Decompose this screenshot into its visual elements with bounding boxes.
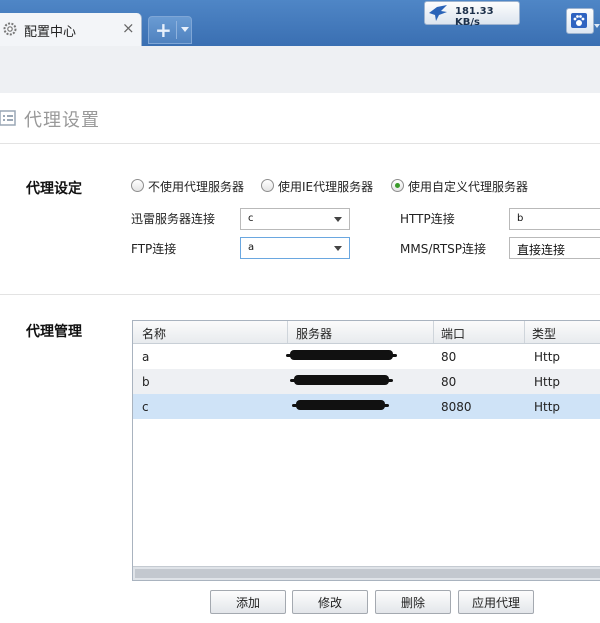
label-ftp-connection: FTP连接 — [131, 242, 177, 256]
cell-port: 80 — [441, 375, 457, 389]
table-row[interactable]: b 80 Http — [133, 369, 600, 394]
cell-name: c — [142, 400, 149, 414]
divider — [176, 21, 177, 39]
section-label-proxy-management: 代理管理 — [26, 324, 82, 340]
label-mms-rtsp-connection: MMS/RTSP连接 — [400, 242, 487, 256]
download-speed-indicator[interactable]: 181.33 KB/s — [424, 1, 520, 28]
section-label-proxy-settings: 代理设定 — [26, 181, 82, 197]
chevron-down-icon — [334, 217, 342, 222]
horizontal-scrollbar[interactable] — [133, 566, 600, 580]
radio-button[interactable] — [131, 179, 144, 192]
cell-type: Http — [534, 375, 561, 389]
paw-icon-button[interactable] — [566, 8, 594, 34]
radio-label: 使用IE代理服务器 — [278, 180, 374, 194]
title-bar: 配置中心 × + 181.33 KB/s — [0, 0, 600, 46]
cell-type: Http — [534, 400, 561, 414]
select-value: c — [248, 213, 254, 224]
divider — [0, 294, 600, 295]
column-header-type[interactable]: 类型 — [532, 325, 556, 342]
tab-config-center[interactable]: 配置中心 × — [0, 13, 142, 46]
scrollbar-thumb[interactable] — [135, 569, 600, 578]
cell-port: 80 — [441, 350, 457, 364]
column-divider[interactable] — [287, 321, 288, 343]
xunlei-bird-icon — [429, 5, 447, 21]
http-connection-select[interactable]: b — [509, 208, 600, 230]
speed-text: 181.33 KB/s — [455, 6, 494, 28]
label-http-connection: HTTP连接 — [400, 212, 455, 226]
page-title: 代理设置 — [24, 110, 100, 131]
chevron-down-icon[interactable] — [594, 24, 600, 28]
column-divider[interactable] — [433, 321, 434, 343]
chevron-down-icon[interactable] — [181, 27, 189, 32]
cell-port: 8080 — [441, 400, 472, 414]
ftp-connection-select[interactable]: a — [240, 237, 350, 259]
list-settings-icon — [0, 110, 16, 126]
tab-title: 配置中心 — [24, 25, 77, 40]
cell-name: a — [142, 350, 150, 364]
table-header: 名称 服务器 端口 类型 — [133, 321, 600, 344]
redacted-server — [286, 350, 397, 360]
cell-name: b — [142, 375, 150, 389]
redacted-server — [290, 375, 393, 385]
proxy-table[interactable]: 名称 服务器 端口 类型 a 80 Http b 80 Http c 8080 … — [132, 320, 600, 581]
edit-button[interactable]: 修改 — [292, 590, 368, 614]
delete-button[interactable]: 删除 — [375, 590, 451, 614]
column-header-name[interactable]: 名称 — [142, 325, 166, 342]
new-tab-button[interactable]: + — [148, 16, 192, 44]
redacted-server — [292, 400, 389, 410]
table-row-selected[interactable]: c 8080 Http — [133, 394, 600, 419]
label-xunlei-connection: 迅雷服务器连接 — [131, 212, 216, 226]
column-header-port[interactable]: 端口 — [441, 325, 465, 342]
table-row[interactable]: a 80 Http — [133, 344, 600, 369]
divider — [0, 143, 600, 144]
column-header-server[interactable]: 服务器 — [296, 325, 332, 342]
select-value: 直接连接 — [517, 243, 566, 257]
radio-button[interactable] — [261, 179, 274, 192]
cell-type: Http — [534, 350, 561, 364]
radio-label: 不使用代理服务器 — [148, 180, 245, 194]
select-value: a — [248, 242, 255, 253]
select-value: b — [517, 213, 524, 224]
radio-label: 使用自定义代理服务器 — [408, 180, 529, 194]
plus-icon: + — [155, 18, 172, 42]
radio-button-checked[interactable] — [391, 179, 404, 192]
add-button[interactable]: 添加 — [210, 590, 286, 614]
gear-icon — [3, 22, 17, 36]
toolbar-area — [0, 46, 600, 93]
chevron-down-icon — [334, 246, 342, 251]
column-divider[interactable] — [524, 321, 525, 343]
xunlei-connection-select[interactable]: c — [240, 208, 350, 230]
tab-close-icon[interactable]: × — [122, 19, 135, 37]
paw-icon — [571, 13, 587, 28]
mms-rtsp-connection-select[interactable]: 直接连接 — [509, 237, 600, 259]
apply-proxy-button[interactable]: 应用代理 — [458, 590, 534, 614]
